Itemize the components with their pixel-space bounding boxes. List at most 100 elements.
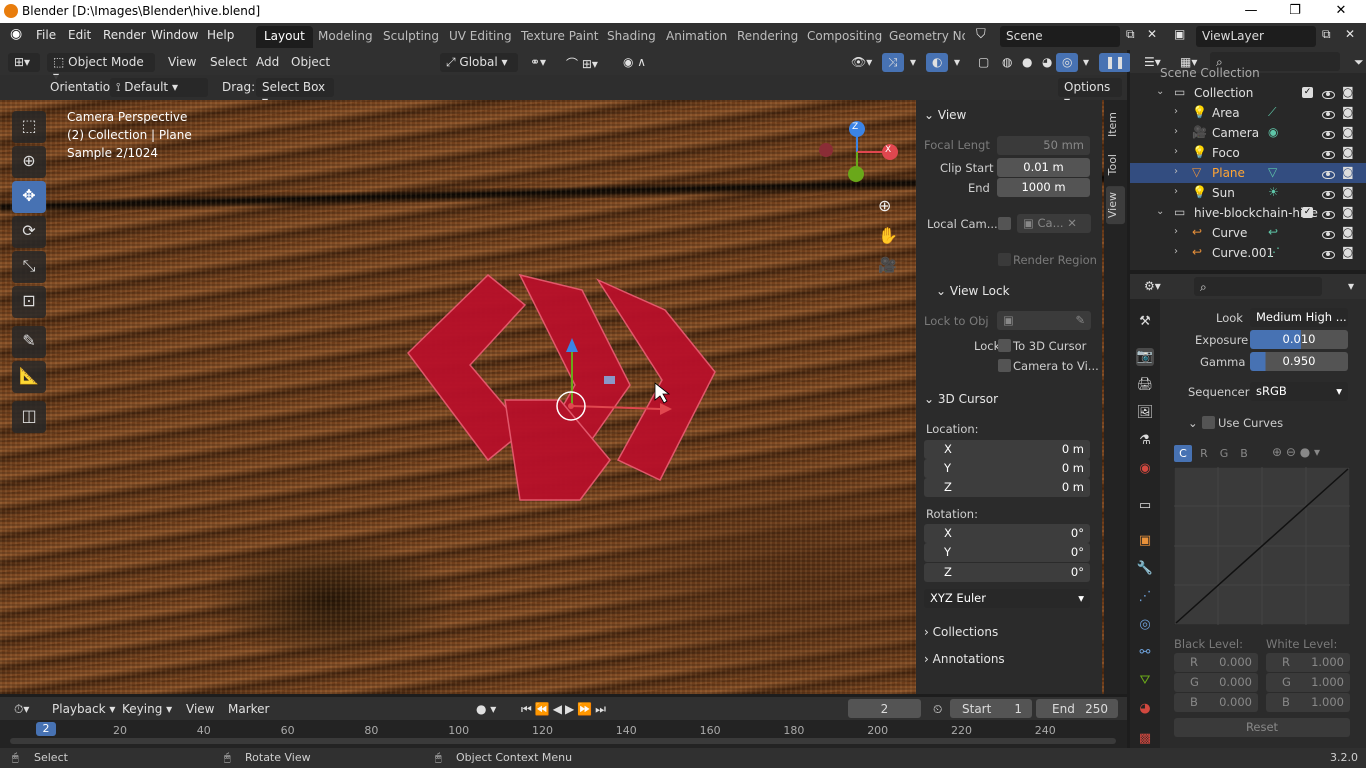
white-level-r[interactable]: R 1.000 xyxy=(1266,653,1350,672)
menu-add[interactable]: Add xyxy=(250,53,285,72)
pan-hand-icon[interactable]: ✋ xyxy=(878,226,898,245)
outliner-row[interactable]: › 💡 Area ⟋ ◙ xyxy=(1130,103,1366,123)
render-camera-icon[interactable]: ◙ xyxy=(1342,105,1354,119)
reset-button[interactable]: Reset xyxy=(1174,718,1350,737)
look-dropdown[interactable]: Medium High ... ▾ xyxy=(1250,308,1348,327)
visibility-eye-icon[interactable] xyxy=(1322,188,1335,202)
expand-arrow-icon[interactable]: › xyxy=(1174,106,1178,117)
timeline-scrollbar[interactable] xyxy=(10,738,1116,744)
cursor-rotation-y[interactable]: Y 0° xyxy=(924,543,1090,562)
visibility-eye-icon[interactable] xyxy=(1322,228,1335,242)
expand-arrow-icon[interactable]: ⌄ xyxy=(1156,86,1164,97)
outliner-data-icon[interactable]: ☀ xyxy=(1268,185,1279,199)
material-properties-icon[interactable]: ◕ xyxy=(1136,700,1154,718)
timer-icon[interactable]: ⏲ xyxy=(927,700,948,719)
playhead[interactable]: 2 xyxy=(36,722,56,736)
section-annotations-header[interactable]: › Annotations xyxy=(924,652,1110,666)
cursor-rotation-z[interactable]: Z 0° xyxy=(924,563,1090,582)
cursor-location-y[interactable]: Y0 m xyxy=(924,459,1090,478)
render-camera-icon[interactable]: ◙ xyxy=(1342,85,1354,99)
drag-dropdown[interactable]: Select Box ▾ xyxy=(256,78,334,108)
outliner-row[interactable]: ⌄ ▭ Collection ✓ ◙ xyxy=(1130,83,1366,103)
data-properties-icon[interactable]: ⛛ xyxy=(1136,672,1154,690)
curve-channel-g[interactable]: G xyxy=(1215,445,1233,462)
add-cube-tool-icon[interactable]: ◫ xyxy=(12,401,46,433)
scale-tool-icon[interactable]: ⤡ xyxy=(12,251,46,283)
menu-object[interactable]: Object xyxy=(285,53,336,72)
expand-arrow-icon[interactable]: › xyxy=(1174,146,1178,157)
render-camera-icon[interactable]: ◙ xyxy=(1342,225,1354,239)
render-camera-icon[interactable]: ◙ xyxy=(1342,165,1354,179)
properties-options-icon[interactable]: ▾ xyxy=(1342,277,1360,296)
render-properties-icon[interactable]: 📷 xyxy=(1136,348,1154,366)
outliner-data-icon[interactable]: ◉ xyxy=(1268,125,1278,139)
options-dropdown[interactable]: Options ▾ xyxy=(1058,78,1122,108)
outliner-data-icon[interactable]: ⟋ xyxy=(1268,105,1276,120)
curve-channel-c[interactable]: C xyxy=(1174,445,1192,462)
timeline-area[interactable]: 2 20 40 60 80 100 120 140 160 180 200 220 240 xyxy=(0,720,1127,748)
marker-menu[interactable]: Marker xyxy=(222,700,275,719)
outliner-row[interactable]: › ↩ Curve.001 ⋰ ◙ xyxy=(1130,243,1366,263)
exclude-checkbox[interactable]: ✓ xyxy=(1302,207,1313,218)
rotate-tool-icon[interactable]: ⟳ xyxy=(12,216,46,248)
properties-editor-type-icon[interactable]: ⚙▾ xyxy=(1138,277,1167,296)
camera-view-icon[interactable]: 🎥 xyxy=(878,256,897,274)
tab-rendering[interactable]: Rendering xyxy=(729,26,806,48)
clip-end-field[interactable]: 1000 m xyxy=(997,178,1090,197)
local-camera-field[interactable]: ▣ Ca... ✕ xyxy=(1017,214,1091,233)
overlay-toggle-icon[interactable]: ◐ xyxy=(926,53,949,72)
expand-arrow-icon[interactable]: › xyxy=(1174,246,1178,257)
autokey-icon[interactable]: ● ▾ xyxy=(470,700,502,719)
expand-arrow-icon[interactable]: › xyxy=(1174,166,1178,177)
collection-properties-icon[interactable]: ▭ xyxy=(1136,497,1154,515)
expand-arrow-icon[interactable]: ⌄ xyxy=(1156,206,1164,217)
tab-item[interactable]: Item xyxy=(1106,106,1125,143)
maximize-button[interactable]: ❐ xyxy=(1272,2,1318,22)
playback-menu[interactable]: Playback ▾ xyxy=(46,700,121,719)
world-properties-icon[interactable]: ◉ xyxy=(1136,460,1154,478)
black-level-g[interactable]: G 0.000 xyxy=(1174,673,1258,692)
render-camera-icon[interactable]: ◙ xyxy=(1342,125,1354,139)
section-view-header[interactable]: ⌄ View xyxy=(924,108,1110,122)
outliner-data-icon[interactable]: ↩ xyxy=(1268,225,1278,239)
tab-modeling[interactable]: Modeling xyxy=(310,26,381,48)
constraints-properties-icon[interactable]: ⚯ xyxy=(1136,644,1154,662)
tab-sculpting[interactable]: Sculpting xyxy=(375,26,447,48)
section-collections-header[interactable]: › Collections xyxy=(924,625,1110,639)
tab-tool[interactable]: Tool xyxy=(1106,148,1125,181)
modifier-properties-icon[interactable]: 🔧 xyxy=(1136,560,1154,578)
cursor-tool-icon[interactable]: ⊕ xyxy=(12,146,46,178)
use-curves-expand-icon[interactable]: ⌄ xyxy=(1188,416,1198,430)
move-tool-icon[interactable]: ✥ xyxy=(12,181,46,213)
outliner-data-icon[interactable]: ⋰ xyxy=(1268,245,1280,259)
viewlayer-icon[interactable]: ▣ xyxy=(1174,27,1185,41)
exclude-checkbox[interactable]: ✓ xyxy=(1302,87,1313,98)
scene-pin-icon[interactable]: ⛉ xyxy=(976,27,986,42)
scene-copy-icon[interactable]: ⧉ xyxy=(1126,27,1135,42)
lock-camera-checkbox[interactable] xyxy=(998,359,1011,372)
scene-remove-icon[interactable]: ✕ xyxy=(1147,27,1157,41)
current-frame-field[interactable]: 2 xyxy=(848,699,921,718)
orientation-dropdown[interactable]: ⟟ Default ▾ xyxy=(110,78,208,97)
local-camera-checkbox[interactable] xyxy=(998,217,1011,230)
annotate-tool-icon[interactable]: ✎ xyxy=(12,326,46,358)
menu-view[interactable]: View xyxy=(162,53,202,72)
cursor-location-x[interactable]: X0 m xyxy=(924,440,1090,459)
black-level-r[interactable]: R 0.000 xyxy=(1174,653,1258,672)
viewlayer-copy-icon[interactable]: ⧉ xyxy=(1322,27,1331,42)
menu-window[interactable]: Window xyxy=(151,28,198,42)
visibility-eye-icon[interactable] xyxy=(1322,148,1335,162)
exposure-slider[interactable]: 0.010 xyxy=(1250,330,1348,349)
playback-controls[interactable]: ⏮⏪◀▶⏩⏭ xyxy=(515,700,615,719)
keying-menu[interactable]: Keying ▾ xyxy=(116,700,178,719)
menu-help[interactable]: Help xyxy=(207,28,234,42)
lock-3d-cursor-checkbox[interactable] xyxy=(998,339,1011,352)
menu-select[interactable]: Select xyxy=(204,53,253,72)
menu-render[interactable]: Render xyxy=(103,28,146,42)
cursor-rotation-x[interactable]: X 0° xyxy=(924,524,1090,543)
outliner-row[interactable]: › 💡 Foco ◙ xyxy=(1130,143,1366,163)
end-frame-field[interactable]: End 250 xyxy=(1036,699,1118,718)
use-curves-checkbox[interactable] xyxy=(1202,416,1215,429)
particles-properties-icon[interactable]: ⋰ xyxy=(1136,588,1154,606)
visibility-icon[interactable]: 👁▾ xyxy=(845,53,878,72)
